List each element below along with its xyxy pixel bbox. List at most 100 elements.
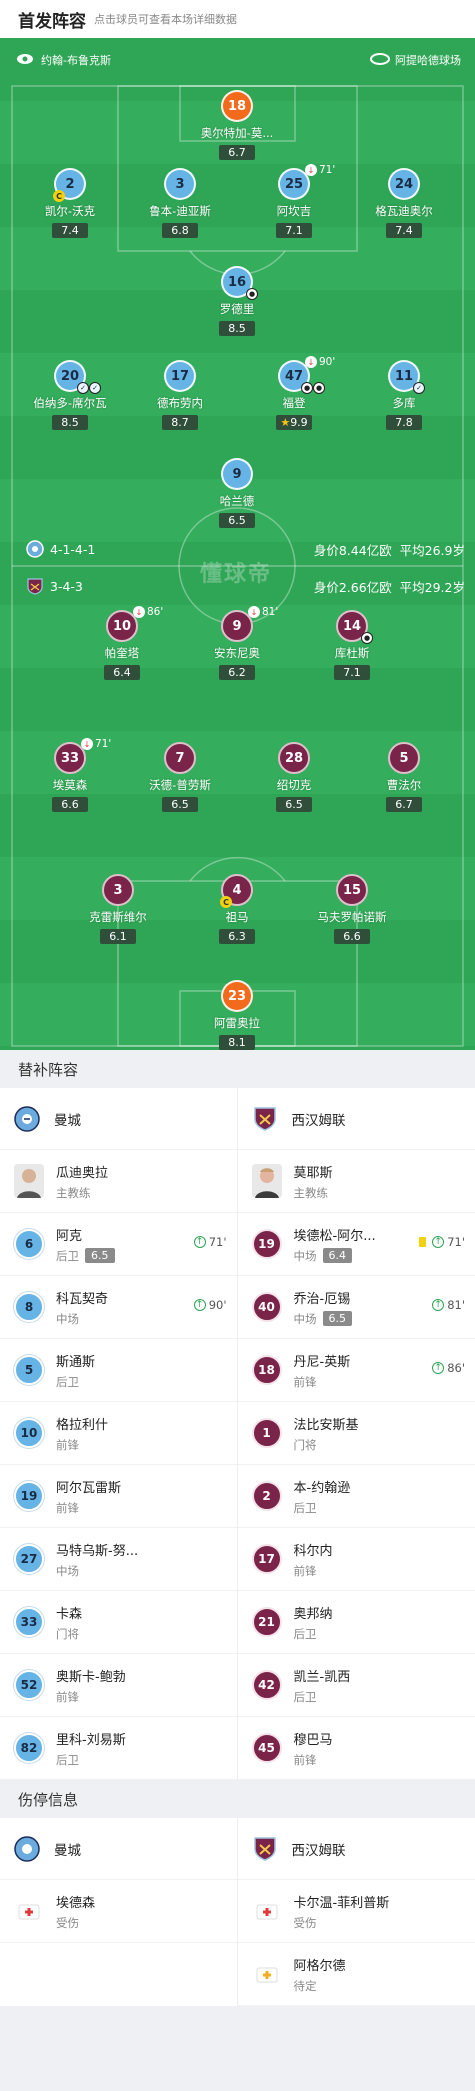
- sub-name: 阿尔瓦雷斯: [56, 1477, 121, 1496]
- sub-number: 8: [25, 1300, 33, 1314]
- sub-name: 穆巴马: [294, 1729, 333, 1748]
- pitch-player[interactable]: 3 鲁本-迪亚斯 6.8: [125, 168, 235, 238]
- sub-number-badge: 5: [14, 1355, 44, 1385]
- subs-grid: 曼城 瓜迪奥拉主教练 6 阿克 后卫6.5↑71'8 科瓦契奇 中场↑90'5 …: [0, 1088, 475, 1780]
- pitch-player[interactable]: 10↓86' 帕奎塔 6.4: [67, 610, 177, 680]
- sub-number-badge: 40: [252, 1292, 282, 1322]
- away-coach-row[interactable]: 莫耶斯主教练: [238, 1150, 475, 1213]
- pitch-player[interactable]: 7 沃德-普劳斯 6.5: [125, 742, 235, 812]
- player-number: 4: [232, 883, 241, 898]
- away-subs-column: 西汉姆联 莫耶斯主教练 19 埃德松-阿尔... 中场6.4↑71'40 乔治-…: [238, 1088, 475, 1780]
- west-ham-crest-icon: [26, 577, 44, 595]
- stadium-icon: [370, 53, 390, 68]
- sub-number-badge: 18: [252, 1355, 282, 1385]
- injury-row[interactable]: 阿格尔德 待定: [238, 1943, 475, 2006]
- pitch-player[interactable]: 9↓81' 安东尼奥 6.2: [182, 610, 292, 680]
- sub-number-badge: 42: [252, 1670, 282, 1700]
- yellow-card-icon: [419, 1237, 426, 1247]
- pitch-player[interactable]: 25↓71' 阿坎吉 7.1: [239, 168, 349, 238]
- sub-name: 里科-刘易斯: [56, 1729, 126, 1748]
- sub-number: 2: [262, 1489, 270, 1503]
- player-number: 11: [395, 369, 413, 384]
- sub-player-row[interactable]: 42 凯兰-凯西 后卫: [238, 1654, 475, 1717]
- injury-row[interactable]: 卡尔温-菲利普斯 受伤: [238, 1880, 475, 1943]
- sub-player-row[interactable]: 19 阿尔瓦雷斯 前锋: [0, 1465, 237, 1528]
- pitch-player[interactable]: 16● 罗德里 8.5: [182, 266, 292, 336]
- player-number: 7: [175, 751, 184, 766]
- sub-position: 中场: [56, 1563, 79, 1579]
- sub-minute: 90': [319, 356, 335, 368]
- player-name: 多库: [349, 395, 459, 411]
- sub-player-row[interactable]: 17 科尔内 前锋: [238, 1528, 475, 1591]
- pitch-player[interactable]: 23 阿雷奥拉 8.1: [182, 980, 292, 1050]
- pitch-player[interactable]: 4C 祖马 6.3: [182, 874, 292, 944]
- pitch-player[interactable]: 28 绍切克 6.5: [239, 742, 349, 812]
- sub-in-minute: 90': [209, 1298, 227, 1312]
- pitch-player[interactable]: 14● 库杜斯 7.1: [297, 610, 407, 680]
- sub-player-row[interactable]: 27 马特乌斯-努... 中场: [0, 1528, 237, 1591]
- sub-player-row[interactable]: 6 阿克 后卫6.5↑71': [0, 1213, 237, 1276]
- pitch-player[interactable]: 47↓90'●● 福登 ★9.9: [239, 360, 349, 430]
- pitch-player[interactable]: 17 德布劳内 8.7: [125, 360, 235, 430]
- home-injury-column: 曼城 埃德森 受伤: [0, 1818, 238, 2006]
- sub-player-row[interactable]: 52 奥斯卡-鲍勃 前锋: [0, 1654, 237, 1717]
- home-coach-row[interactable]: 瓜迪奥拉主教练: [0, 1150, 237, 1213]
- pitch-player[interactable]: 3 克雷斯维尔 6.1: [63, 874, 173, 944]
- sub-player-row[interactable]: 19 埃德松-阿尔... 中场6.4↑71': [238, 1213, 475, 1276]
- rating-value: 6.6: [343, 930, 361, 943]
- player-number-badge: 3: [164, 168, 196, 200]
- home-team-row[interactable]: 曼城: [0, 1088, 237, 1150]
- away-coach-role: 主教练: [294, 1185, 333, 1201]
- home-injury-team-name: 曼城: [54, 1839, 81, 1859]
- sub-player-row[interactable]: 8 科瓦契奇 中场↑90': [0, 1276, 237, 1339]
- player-number-badge: 28: [278, 742, 310, 774]
- pitch-player[interactable]: 20✓✓ 伯纳多-席尔瓦 8.5: [15, 360, 125, 430]
- pitch-player[interactable]: 15 马夫罗帕诺斯 6.6: [297, 874, 407, 944]
- sub-player-row[interactable]: 33 卡森 门将: [0, 1591, 237, 1654]
- sub-player-row[interactable]: 5 斯通斯 后卫: [0, 1339, 237, 1402]
- away-injury-team-row: 西汉姆联: [238, 1818, 475, 1880]
- sub-in-minute: 81': [447, 1298, 465, 1312]
- player-name: 马夫罗帕诺斯: [297, 909, 407, 925]
- away-team-row[interactable]: 西汉姆联: [238, 1088, 475, 1150]
- sub-player-row[interactable]: 10 格拉利什 前锋: [0, 1402, 237, 1465]
- rating-value: 6.5: [171, 798, 189, 811]
- sub-name: 科瓦契奇: [56, 1288, 108, 1307]
- pitch-player[interactable]: 11✓ 多库 7.8: [349, 360, 459, 430]
- sub-player-row[interactable]: 2 本-约翰逊 后卫: [238, 1465, 475, 1528]
- player-number-badge: 23: [221, 980, 253, 1012]
- injury-row[interactable]: 埃德森 受伤: [0, 1880, 237, 1943]
- sub-player-row[interactable]: 82 里科-刘易斯 后卫: [0, 1717, 237, 1780]
- player-rating: 6.2: [219, 665, 255, 680]
- pitch-player[interactable]: 18 奥尔特加-莫... 6.7: [182, 90, 292, 160]
- player-name: 绍切克: [239, 777, 349, 793]
- player-number-badge: 9: [221, 458, 253, 490]
- sub-number-badge: 21: [252, 1607, 282, 1637]
- player-number-badge: 24: [388, 168, 420, 200]
- sub-player-row[interactable]: 1 法比安斯基 门将: [238, 1402, 475, 1465]
- sub-position: 前锋: [294, 1563, 317, 1579]
- pitch-player[interactable]: 2C 凯尔-沃克 7.4: [15, 168, 125, 238]
- sub-in-icon: ↑: [432, 1362, 444, 1374]
- rating-value: 8.7: [171, 416, 189, 429]
- sub-player-row[interactable]: 45 穆巴马 前锋: [238, 1717, 475, 1780]
- player-name: 伯纳多-席尔瓦: [15, 395, 125, 411]
- sub-name: 乔治-厄锡: [294, 1288, 353, 1307]
- player-rating: 6.3: [219, 929, 255, 944]
- away-injury-team-name: 西汉姆联: [292, 1839, 346, 1859]
- injury-status: 受伤: [56, 1915, 95, 1931]
- sub-player-row[interactable]: 18 丹尼-英斯 前锋↑86': [238, 1339, 475, 1402]
- sub-in-icon: ↑: [194, 1299, 206, 1311]
- sub-name: 卡森: [56, 1603, 82, 1622]
- rating-value: 7.4: [61, 224, 79, 237]
- goal-ball-icon: ●: [246, 288, 258, 300]
- sub-player-row[interactable]: 40 乔治-厄锡 中场6.5↑81': [238, 1276, 475, 1339]
- home-coach-name: 瓜迪奥拉: [56, 1162, 108, 1181]
- pitch-player[interactable]: 33↓71' 埃莫森 6.6: [15, 742, 125, 812]
- pitch-player[interactable]: 5 曹法尔 6.7: [349, 742, 459, 812]
- pitch-player[interactable]: 9 哈兰德 6.5: [182, 458, 292, 528]
- sub-number-badge: 8: [14, 1292, 44, 1322]
- pitch-player[interactable]: 24 格瓦迪奥尔 7.4: [349, 168, 459, 238]
- away-injury-list: 卡尔温-菲利普斯 受伤 阿格尔德 待定: [238, 1880, 475, 2006]
- sub-player-row[interactable]: 21 奥邦纳 后卫: [238, 1591, 475, 1654]
